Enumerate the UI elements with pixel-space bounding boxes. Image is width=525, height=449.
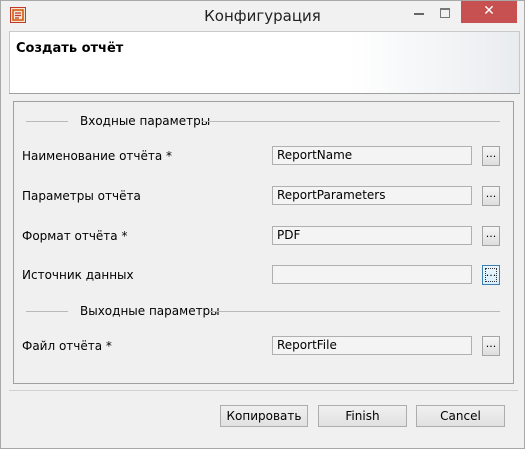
- finish-button[interactable]: Finish: [318, 405, 407, 427]
- report-file-label: Файл отчёта *: [22, 339, 112, 353]
- header-gradient: [349, 32, 519, 94]
- report-name-field[interactable]: ReportName: [272, 146, 472, 165]
- input-section-divider-right: [202, 121, 500, 122]
- header-divider: [9, 93, 520, 94]
- report-name-browse-button[interactable]: ...: [482, 146, 500, 166]
- minimize-button[interactable]: [406, 1, 432, 23]
- data-source-label: Источник данных: [22, 268, 134, 282]
- data-source-browse-button[interactable]: ...: [482, 265, 500, 285]
- maximize-button[interactable]: [432, 1, 459, 23]
- close-icon: ✕: [483, 3, 495, 19]
- output-section-label: Выходные параметры: [80, 304, 220, 318]
- copy-button[interactable]: Копировать: [220, 405, 308, 427]
- report-name-label: Наименование отчёта *: [22, 149, 173, 163]
- data-source-field[interactable]: [272, 265, 472, 284]
- cancel-button[interactable]: Cancel: [416, 405, 505, 427]
- footer-divider: [9, 390, 518, 391]
- wizard-header: Создать отчёт: [9, 31, 520, 94]
- report-parameters-field[interactable]: ReportParameters: [272, 186, 472, 205]
- report-parameters-label: Параметры отчёта: [22, 189, 141, 203]
- report-format-field[interactable]: PDF: [272, 226, 472, 245]
- report-parameters-browse-button[interactable]: ...: [482, 186, 500, 206]
- output-section-divider-left: [26, 311, 68, 312]
- maximize-icon: [440, 8, 450, 18]
- minimize-icon: [414, 13, 424, 15]
- parameters-panel: Входные параметры Наименование отчёта * …: [13, 101, 514, 384]
- output-section-divider-right: [210, 311, 500, 312]
- report-format-label: Формат отчёта *: [22, 229, 128, 243]
- title-bar[interactable]: Конфигурация ✕: [1, 1, 524, 31]
- report-file-field[interactable]: ReportFile: [272, 336, 472, 355]
- config-dialog-window: Конфигурация ✕ Создать отчёт Входные пар…: [0, 0, 525, 449]
- input-section-label: Входные параметры: [80, 114, 211, 128]
- page-title: Создать отчёт: [16, 41, 124, 56]
- report-file-browse-button[interactable]: ...: [482, 336, 500, 356]
- close-button[interactable]: ✕: [461, 1, 517, 23]
- report-format-browse-button[interactable]: ...: [482, 226, 500, 246]
- input-section-divider-left: [26, 121, 68, 122]
